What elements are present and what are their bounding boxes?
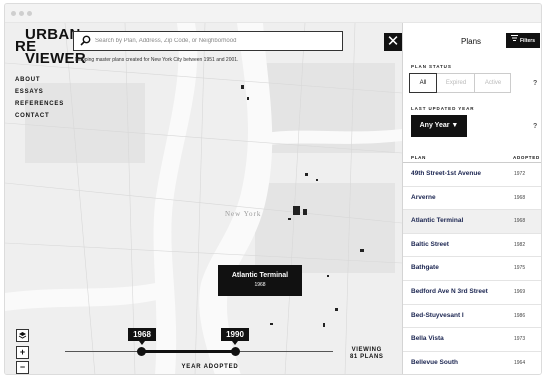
plan-row[interactable]: Bed-Stuyvesant I 1986 [403,305,541,329]
plan-status-help-icon[interactable]: ? [533,80,537,87]
plan-row[interactable]: Arverne 1968 [403,187,541,211]
plan-name: Baltic Street [411,240,449,248]
plan-name: Bathgate [411,264,439,272]
filters-label: Filters [519,37,535,44]
viewing-plans-label: PLANS [360,354,384,360]
urban-reviewer-logo[interactable]: URBAN RE VIEWER [15,27,86,66]
main-nav: ABOUT ESSAYS REFERENCES CONTACT [15,77,64,125]
plan-year: 1982 [514,241,526,248]
plan-name: Bedford Ave N 3rd Street [411,287,488,295]
plan-row[interactable]: 49th Street-1st Avenue 1972 [403,163,541,187]
viewing-label: VIEWING [351,347,382,353]
plan-row[interactable]: Bella Vista 1973 [403,328,541,352]
filters-button[interactable]: Filters [506,33,540,48]
plan-status-toggle: All Expired Active [409,73,511,93]
last-updated-label: LAST UPDATED YEAR [411,106,475,111]
timeline-title: YEAR ADOPTED [181,364,239,370]
panel-title: Plans [461,37,482,46]
close-button[interactable]: ✕ [384,33,402,51]
timeline-start-label: 1968 [128,328,156,345]
search-input[interactable] [95,35,335,47]
layers-button[interactable] [16,329,29,342]
plan-row[interactable]: Bathgate 1975 [403,257,541,281]
column-adopted[interactable]: ADOPTED [513,155,540,160]
tooltip-plan-name: Atlantic Terminal [231,272,289,279]
window-dot [11,11,16,16]
plan-row[interactable]: Bedford Ave N 3rd Street 1969 [403,281,541,305]
window-dot [27,11,32,16]
plan-name: Bed-Stuyvesant I [411,311,464,319]
plan-year: 1972 [514,171,526,177]
caret-down-icon: ▼ [451,122,459,129]
plan-year: 1968 [514,218,526,225]
nav-references[interactable]: REFERENCES [15,101,64,107]
map-view[interactable]: New York URBAN RE VIEWER ABOUT ESSAYS RE… [5,23,402,374]
nav-essays[interactable]: ESSAYS [15,89,64,95]
year-help-icon[interactable]: ? [533,123,537,130]
plan-count: 81 [350,354,358,360]
year-timeline: 1968 1990 YEAR ADOPTED [65,328,335,370]
window-titlebar [5,4,541,23]
status-active[interactable]: Active [474,74,511,92]
plan-name: Arverne [411,193,436,201]
year-select[interactable]: Any Year ▼ [411,115,467,137]
tagline: Mapping master plans created for New Yor… [75,57,239,63]
zoom-in-button[interactable]: + [16,346,29,359]
status-all[interactable]: All [409,73,437,93]
timeline-end-handle[interactable] [231,347,240,356]
plan-row[interactable]: Baltic Street 1982 [403,234,541,258]
timeline-end-label: 1990 [221,328,249,345]
plans-list: 49th Street-1st Avenue 1972 Arverne 1968 A… [403,163,541,374]
svg-text:New York: New York [225,210,261,218]
plan-name: Bella Vista [411,335,444,343]
plan-tooltip[interactable]: Atlantic Terminal 1968 [218,265,302,296]
column-plan[interactable]: PLAN [411,155,426,160]
tooltip-plan-year: 1968 [254,282,266,288]
window-dot [19,11,24,16]
status-expired[interactable]: Expired [438,74,474,92]
nav-contact[interactable]: CONTACT [15,113,64,119]
timeline-start-handle[interactable] [137,347,146,356]
filters-icon [510,33,518,48]
plan-year: 1964 [514,359,526,366]
plan-year: 1973 [514,336,526,343]
plan-year: 1968 [514,194,526,201]
search-icon [80,35,91,46]
nav-about[interactable]: ABOUT [15,77,64,83]
plan-year: 1986 [514,312,526,319]
plan-name: Atlantic Terminal [411,217,464,225]
plan-year: 1969 [514,288,526,295]
year-select-value: Any Year [419,122,450,129]
plans-panel: Plans Filters PLAN STATUS All Expired Ac… [402,23,541,374]
viewing-number-label: 81 PLANS [350,354,384,361]
plan-row-selected[interactable]: Atlantic Terminal 1968 [403,210,541,234]
map-basemap: New York [5,23,402,374]
viewing-count: VIEWING 81 PLANS [350,347,384,361]
plan-name: Bellevue South [411,358,458,366]
timeline-selected-range [141,350,235,353]
layers-icon [18,332,27,339]
search-bar[interactable] [73,31,343,51]
plan-row[interactable]: Bellevue South 1964 [403,352,541,374]
app-window: New York URBAN RE VIEWER ABOUT ESSAYS RE… [4,3,542,375]
plan-status-label: PLAN STATUS [411,64,452,69]
plan-name: 49th Street-1st Avenue [411,170,481,177]
plan-year: 1975 [514,265,526,272]
plans-table-header: PLAN ADOPTED [403,154,541,163]
zoom-out-button[interactable]: − [16,361,29,374]
